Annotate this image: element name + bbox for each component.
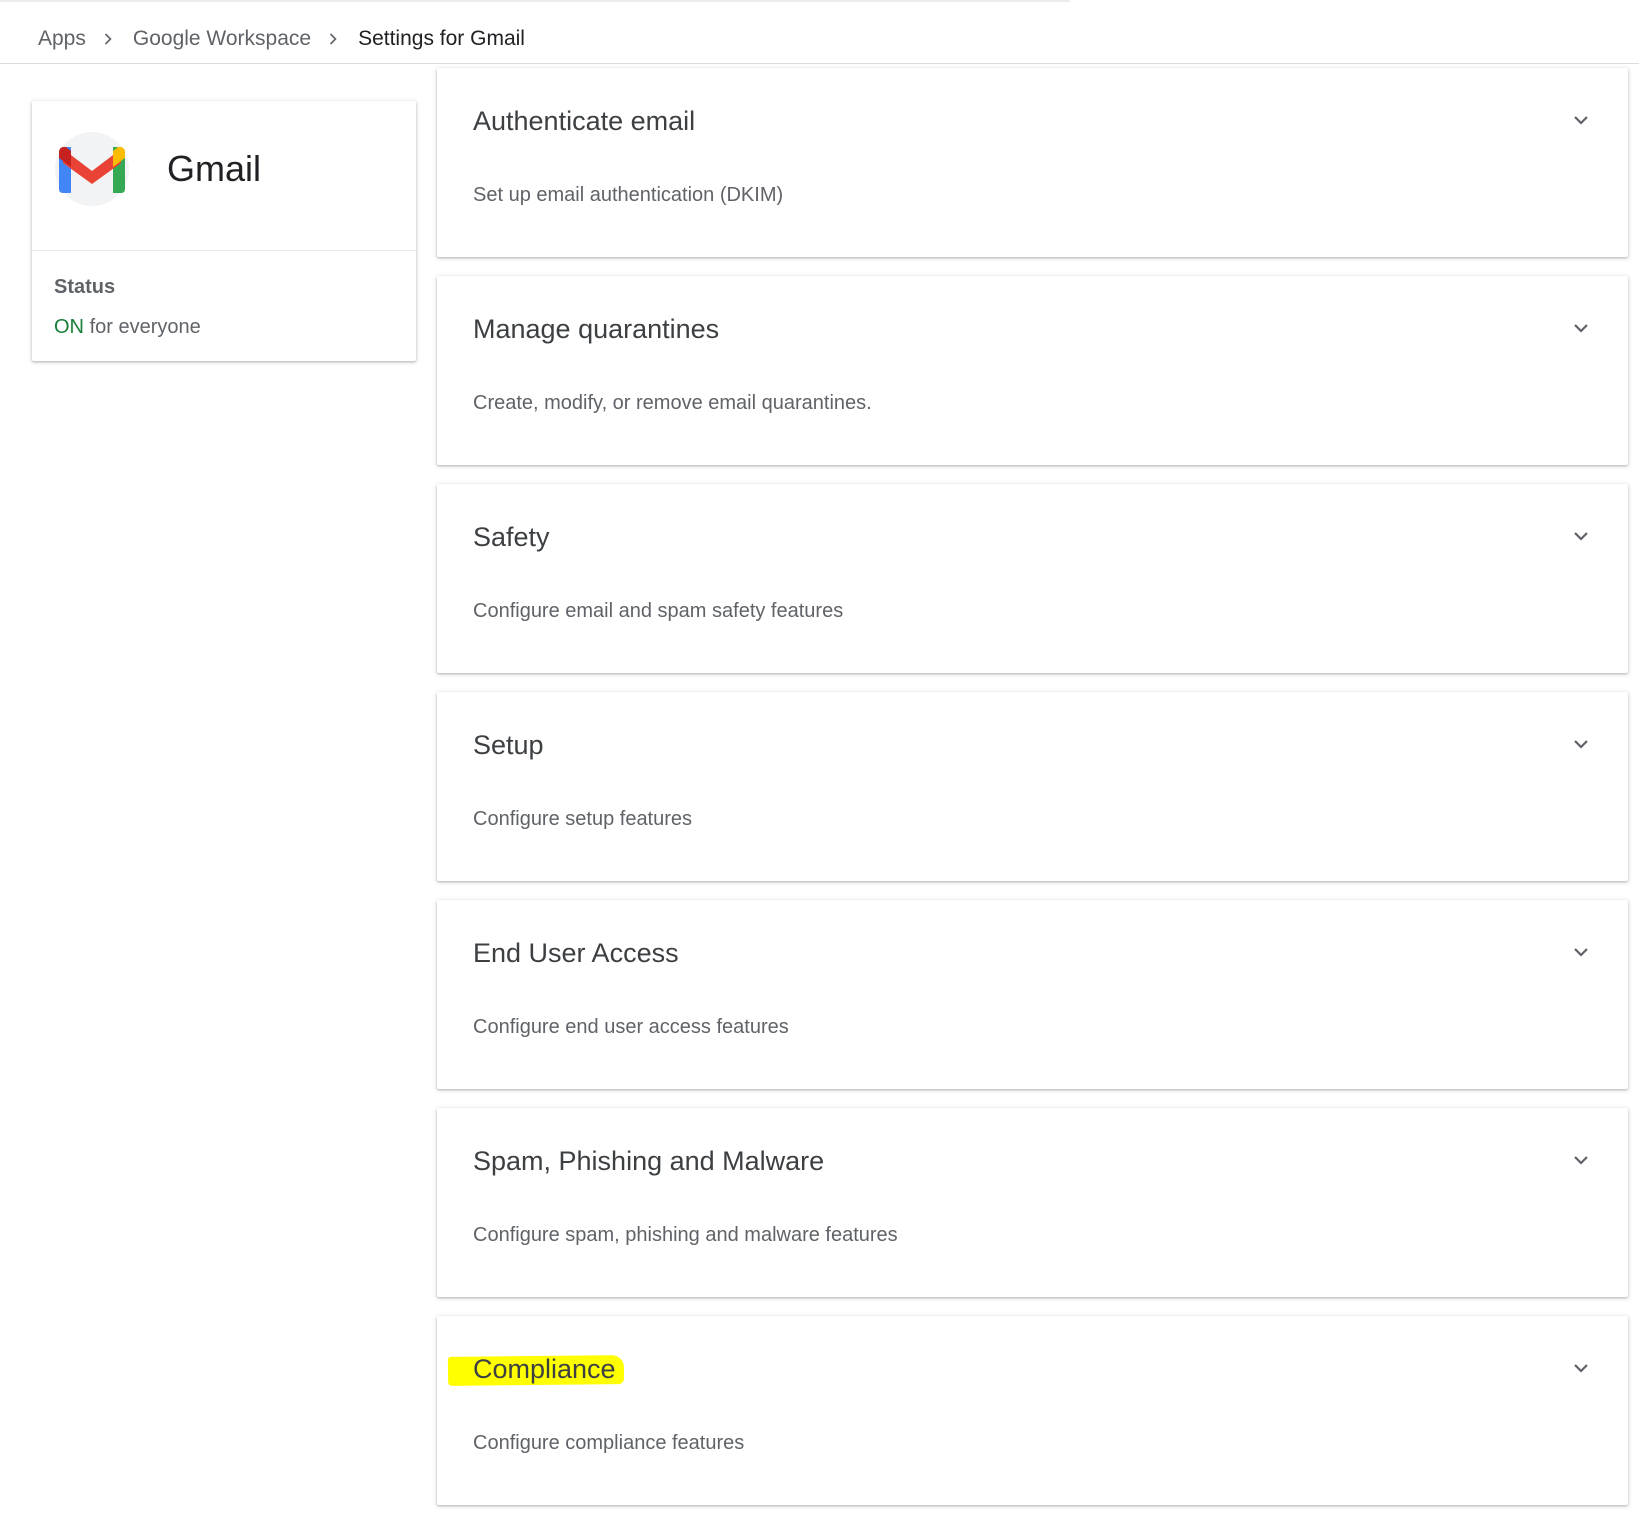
section-authenticate-email[interactable]: Authenticate email Set up email authenti… (437, 68, 1628, 257)
breadcrumb-settings-for-gmail: Settings for Gmail (358, 27, 525, 50)
section-safety[interactable]: Safety Configure email and spam safety f… (437, 484, 1628, 673)
status-scope-text: for everyone (89, 316, 201, 338)
section-description: Configure spam, phishing and malware fea… (473, 1224, 898, 1246)
breadcrumb-apps[interactable]: Apps (38, 27, 86, 51)
top-edge-line (0, 0, 1070, 2)
chevron-down-icon[interactable] (1567, 522, 1595, 550)
section-compliance[interactable]: Compliance Configure compliance features (437, 1316, 1628, 1505)
section-end-user-access[interactable]: End User Access Configure end user acces… (437, 900, 1628, 1089)
section-spam-phishing-malware[interactable]: Spam, Phishing and Malware Configure spa… (437, 1108, 1628, 1297)
chevron-down-icon[interactable] (1567, 106, 1595, 134)
chevron-down-icon[interactable] (1567, 1354, 1595, 1382)
app-summary-card: Gmail Status ON for everyone (32, 101, 416, 361)
section-title: Authenticate email (473, 106, 696, 136)
chevron-down-icon[interactable] (1567, 1146, 1595, 1174)
chevron-down-icon[interactable] (1567, 730, 1595, 758)
settings-sections-list: Authenticate email Set up email authenti… (437, 68, 1628, 1524)
section-title: Spam, Phishing and Malware (473, 1146, 825, 1176)
section-description: Configure compliance features (473, 1432, 745, 1454)
app-card-header: Gmail (32, 101, 416, 251)
chevron-down-icon[interactable] (1567, 314, 1595, 342)
section-description: Set up email authentication (DKIM) (473, 184, 784, 206)
section-title: Manage quarantines (473, 314, 720, 344)
section-title: End User Access (473, 938, 679, 968)
section-manage-quarantines[interactable]: Manage quarantines Create, modify, or re… (437, 276, 1628, 465)
section-title: Compliance (473, 1354, 616, 1384)
chevron-right-icon (319, 25, 347, 53)
section-title: Safety (473, 522, 550, 552)
chevron-right-icon (94, 25, 122, 53)
gmail-logo-icon (55, 132, 129, 206)
section-description: Configure end user access features (473, 1016, 789, 1038)
chevron-down-icon[interactable] (1567, 938, 1595, 966)
breadcrumb-google-workspace[interactable]: Google Workspace (133, 27, 311, 51)
breadcrumb: Apps Google Workspace Settings for Gmail (38, 24, 525, 54)
header-divider (0, 63, 1639, 64)
app-name: Gmail (167, 148, 262, 189)
section-title: Setup (473, 730, 544, 760)
section-setup[interactable]: Setup Configure setup features (437, 692, 1628, 881)
section-description: Create, modify, or remove email quaranti… (473, 392, 872, 414)
section-description: Configure setup features (473, 808, 693, 830)
section-description: Configure email and spam safety features (473, 600, 844, 622)
status-value: ON for everyone (54, 316, 201, 339)
status-on-text: ON (54, 316, 84, 338)
status-label: Status (54, 276, 116, 298)
